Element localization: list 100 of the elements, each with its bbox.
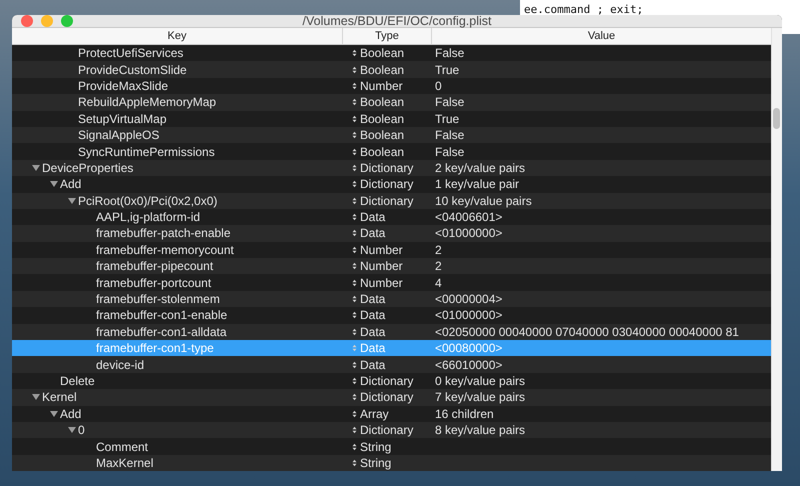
table-row[interactable]: Kernel Dictionary 7 key/value pairs [12,389,772,406]
key-text: 0 [78,423,85,438]
table-row[interactable]: SetupVirtualMap Boolean True [12,110,772,127]
type-text: Number [360,78,403,93]
table-row[interactable]: RebuildAppleMemoryMap Boolean False [12,94,772,111]
stepper-icon[interactable] [352,196,357,205]
table-row[interactable]: ProvideCustomSlide Boolean True [12,61,772,78]
disclosure-triangle-icon[interactable] [32,393,40,402]
disclosure-triangle-icon[interactable] [50,410,58,418]
type-text: Number [360,276,403,290]
key-text: Add [60,177,82,192]
stepper-icon[interactable] [352,393,357,402]
stepper-icon[interactable] [352,49,357,58]
key-text: SyncRuntimePermissions [78,144,215,159]
table-row[interactable]: 0 Dictionary 8 key/value pairs [12,422,772,438]
stepper-icon[interactable] [352,311,357,320]
key-text: RebuildAppleMemoryMap [78,95,216,110]
key-text: DeviceProperties [42,160,134,175]
stepper-icon[interactable] [352,295,357,304]
type-text: Data [360,358,386,372]
column-header[interactable]: Value [432,28,772,44]
stepper-icon[interactable] [352,262,357,270]
type-text: Data [360,226,386,240]
key-text: AAPL,ig-platform-id [96,210,200,224]
value-text: 0 [435,78,442,93]
value-text: <02050000 00040000 07040000 03040000 00040000 81 [435,324,739,339]
stepper-icon[interactable] [352,426,357,434]
stepper-icon[interactable] [352,213,357,222]
type-text: Dictionary [360,194,414,208]
type-text: Array [360,406,389,421]
column-header[interactable]: Type [343,28,432,44]
type-text: Dictionary [360,374,414,388]
stepper-icon[interactable] [352,229,357,238]
value-text: 2 [435,242,442,257]
type-text: Boolean [360,62,404,77]
key-text: framebuffer-pipecount [96,259,214,274]
stepper-icon[interactable] [352,377,357,385]
value-text: <00000004> [435,292,502,306]
stepper-icon[interactable] [352,131,357,140]
type-text: String [360,456,392,470]
table-row[interactable]: ProtectUefiServices Boolean False [12,45,772,62]
stepper-icon[interactable] [352,164,357,172]
stepper-icon[interactable] [352,278,357,287]
scrollbar-thumb[interactable] [773,108,780,129]
key-text: Delete [60,374,95,388]
disclosure-triangle-icon[interactable] [68,426,76,434]
stepper-icon[interactable] [352,458,357,467]
stepper-icon[interactable] [352,114,357,123]
stepper-icon[interactable] [352,82,357,90]
column-header[interactable]: Key [12,28,343,44]
key-text: framebuffer-portcount [96,276,212,290]
table-row[interactable]: framebuffer-con1-alldata Data <02050000 00040000 07040000 03040000 00040000 81 [12,324,772,340]
table-row[interactable]: PciRoot(0x0)/Pci(0x2,0x0) Dictionary 10 key/value pairs [12,192,772,209]
value-text: True [435,112,460,126]
stepper-icon[interactable] [352,442,357,451]
type-text: Data [360,324,386,339]
type-text: String [360,440,392,454]
terminal-text: ee.command ; exit; [524,3,644,16]
type-text: Data [360,210,386,224]
table-row[interactable]: framebuffer-patch-enable Data <01000000> [12,225,772,242]
stepper-icon[interactable] [352,98,357,106]
stepper-icon[interactable] [352,328,357,336]
table-row[interactable]: framebuffer-stolenmem Data <00000004> [12,290,772,308]
value-text: False [435,128,464,142]
value-text: <01000000> [435,308,502,322]
table-row[interactable]: MaxKernel String [12,454,772,471]
stepper-icon[interactable] [352,148,357,156]
value-text: <66010000> [435,358,502,372]
value-text: False [435,95,464,110]
value-text: <00080000> [435,341,502,356]
type-text: Dictionary [360,177,414,192]
table-row[interactable]: device-id Data <66010000> [12,356,772,373]
key-text: framebuffer-con1-type [96,341,214,356]
value-text: 2 key/value pairs [435,160,526,175]
disclosure-triangle-icon[interactable] [32,164,40,172]
stepper-icon[interactable] [352,410,357,418]
key-text: ProvideCustomSlide [78,62,187,77]
value-text: <01000000> [435,226,502,240]
disclosure-triangle-icon[interactable] [68,196,76,205]
stepper-icon[interactable] [352,180,357,188]
table-row[interactable]: DeviceProperties Dictionary 2 key/value pairs [12,160,772,176]
key-text: PciRoot(0x0)/Pci(0x2,0x0) [78,194,218,208]
stepper-icon[interactable] [352,360,357,369]
table-row[interactable]: Add Array 16 children [12,406,772,422]
value-text: 2 [435,259,442,274]
stepper-icon[interactable] [352,246,357,254]
table-row[interactable]: framebuffer-memorycount Number 2 [12,242,772,258]
type-text: Boolean [360,112,404,126]
key-text: framebuffer-con1-alldata [96,324,227,339]
type-text: Dictionary [360,390,414,404]
key-text: MaxKernel [96,456,154,470]
value-text: 7 key/value pairs [435,390,526,404]
table-row[interactable]: framebuffer-pipecount Number 2 [12,258,772,274]
stepper-icon[interactable] [352,66,357,74]
key-text: framebuffer-con1-enable [96,308,228,322]
disclosure-triangle-icon[interactable] [50,180,58,188]
type-text: Data [360,308,386,322]
window-title: /Volumes/BDU/EFI/OC/config.plist [302,15,492,28]
key-text: framebuffer-stolenmem [96,292,220,306]
table-row[interactable]: SignalAppleOS Boolean False [12,126,772,144]
